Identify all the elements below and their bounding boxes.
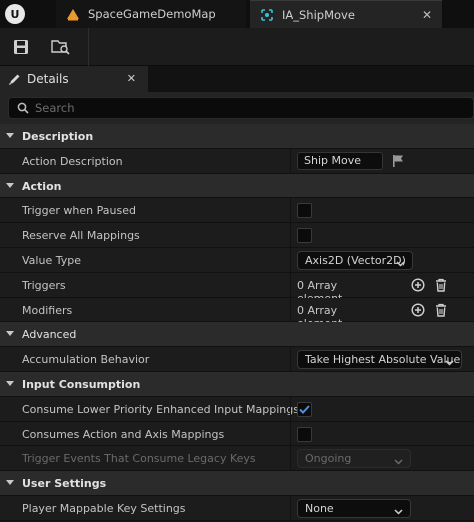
accumulation-behavior-dropdown[interactable]: Take Highest Absolute Value: [297, 350, 462, 370]
collapse-arrow-icon: [6, 182, 14, 188]
tab-ia-shipmove[interactable]: IA_ShipMove ✕: [250, 0, 442, 28]
category-description[interactable]: Description: [0, 124, 474, 149]
action-description-field[interactable]: [297, 151, 383, 170]
property-row: Trigger Events That Consume Legacy Keys …: [0, 446, 474, 472]
collapse-arrow-icon: [6, 133, 14, 138]
category-input-consumption[interactable]: Input Consumption: [0, 371, 474, 397]
dropdown-value: Ongoing: [305, 452, 352, 466]
editor-tab-bar: U SpaceGameDemoMap IA_ShipMove ✕: [0, 0, 474, 28]
trash-icon[interactable]: [433, 277, 449, 293]
search-input[interactable]: [35, 101, 435, 115]
add-element-icon[interactable]: [410, 302, 426, 318]
tab-spacegamedemomap[interactable]: SpaceGameDemoMap: [56, 0, 246, 28]
trigger-events-dropdown: Ongoing: [297, 449, 411, 469]
pencil-icon: [8, 73, 21, 86]
dropdown-value: Take Highest Absolute Value: [305, 353, 461, 367]
details-tab-label: Details: [27, 72, 69, 86]
property-row: Player Mappable Key Settings None: [0, 495, 474, 521]
category-action[interactable]: Action: [0, 173, 474, 199]
property-label: Consumes Action and Axis Mappings: [22, 427, 225, 441]
property-row: Consumes Action and Axis Mappings: [0, 421, 474, 447]
tab-label: IA_ShipMove: [282, 7, 355, 22]
details-property-list: Description Action Description Action Tr…: [0, 124, 474, 521]
collapse-arrow-icon: [6, 480, 14, 486]
chevron-down-icon: [445, 356, 454, 369]
category-title: Input Consumption: [22, 377, 141, 391]
chevron-down-icon: [394, 505, 403, 518]
search-icon: [17, 102, 29, 114]
property-label: Modifiers: [22, 303, 73, 317]
trigger-when-paused-checkbox[interactable]: [297, 203, 312, 219]
property-row: Accumulation Behavior Take Highest Absol…: [0, 347, 474, 372]
details-search-area: [0, 92, 474, 124]
asset-toolbar: [0, 28, 474, 66]
toolbar-separator: [88, 28, 89, 66]
close-icon[interactable]: ✕: [422, 8, 432, 22]
consume-lower-priority-checkbox[interactable]: [297, 401, 312, 417]
dropdown-value: Axis2D (Vector2D): [305, 253, 406, 267]
tab-details[interactable]: Details ✕: [0, 66, 148, 92]
category-title: User Settings: [22, 477, 107, 491]
localization-flag-icon[interactable]: [392, 154, 404, 171]
property-label: Consume Lower Priority Enhanced Input Ma…: [22, 402, 299, 416]
property-row: Consume Lower Priority Enhanced Input Ma…: [0, 396, 474, 422]
category-title: Action: [22, 179, 62, 193]
chevron-down-icon: [396, 257, 405, 270]
category-title: Advanced: [22, 328, 77, 342]
property-row: Reserve All Mappings: [0, 223, 474, 248]
property-row: Value Type Axis2D (Vector2D): [0, 247, 474, 273]
property-label: Triggers: [22, 278, 66, 292]
property-row: Triggers 0 Array element: [0, 272, 474, 305]
add-element-icon[interactable]: [410, 277, 426, 293]
save-icon[interactable]: [10, 36, 32, 58]
category-title: Description: [22, 130, 94, 143]
consumes-action-axis-checkbox[interactable]: [297, 426, 312, 442]
tab-label: SpaceGameDemoMap: [88, 7, 216, 21]
category-user-settings[interactable]: User Settings: [0, 471, 474, 496]
chevron-down-icon: [394, 455, 403, 468]
category-advanced[interactable]: Advanced: [0, 322, 474, 348]
property-label: Value Type: [22, 253, 81, 267]
checkmark-icon: [299, 405, 310, 414]
property-row: Action Description: [0, 148, 474, 174]
property-label: Action Description: [22, 154, 123, 168]
property-label: Accumulation Behavior: [22, 353, 150, 367]
level-map-icon: [66, 7, 80, 21]
value-type-dropdown[interactable]: Axis2D (Vector2D): [297, 250, 413, 270]
player-mappable-dropdown[interactable]: None: [297, 498, 411, 518]
close-icon[interactable]: ✕: [127, 72, 136, 85]
input-action-icon: [260, 8, 274, 22]
details-panel-header: Details ✕: [0, 66, 474, 92]
collapse-arrow-icon: [6, 331, 14, 337]
property-label: Trigger when Paused: [22, 204, 136, 218]
browse-to-asset-icon[interactable]: [50, 36, 72, 58]
property-label: Reserve All Mappings: [22, 229, 140, 243]
dropdown-value: None: [305, 501, 334, 515]
property-label: Trigger Events That Consume Legacy Keys: [22, 452, 256, 466]
unreal-logo-icon[interactable]: U: [0, 0, 30, 28]
reserve-all-mappings-checkbox[interactable]: [297, 228, 312, 244]
property-label: Player Mappable Key Settings: [22, 501, 186, 515]
collapse-arrow-icon: [6, 380, 14, 386]
property-row: Trigger when Paused: [0, 198, 474, 224]
search-box: [8, 97, 474, 119]
property-row: Modifiers 0 Array element: [0, 297, 474, 330]
trash-icon[interactable]: [433, 302, 449, 318]
